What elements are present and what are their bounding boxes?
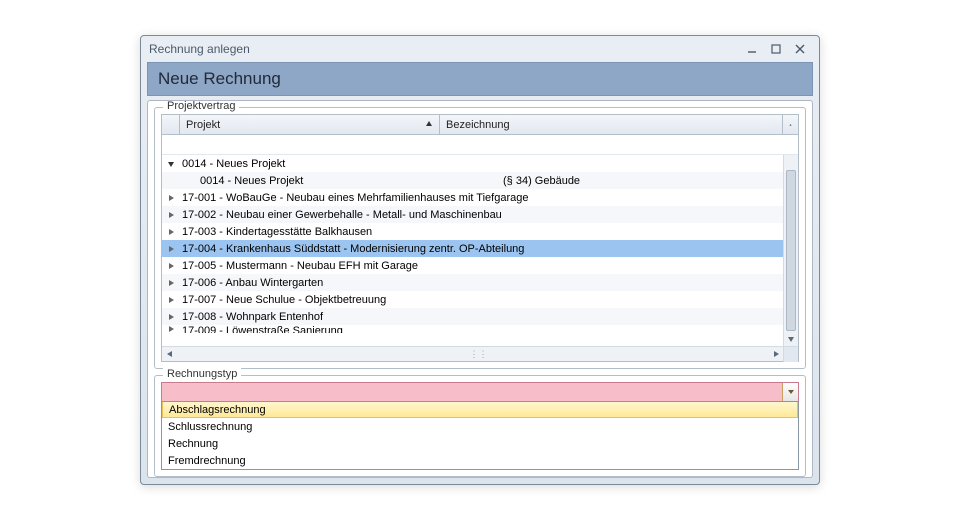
- column-projekt-label: Projekt: [186, 119, 220, 131]
- expander-icon[interactable]: [162, 295, 180, 305]
- expander-icon[interactable]: [162, 261, 180, 271]
- expander-icon[interactable]: [162, 227, 180, 237]
- group-rechnungstyp-legend: Rechnungstyp: [163, 368, 241, 380]
- table-row[interactable]: 17-004 - Krankenhaus Süddstatt - Moderni…: [162, 240, 783, 257]
- horizontal-scrollbar[interactable]: ⋮⋮: [162, 346, 798, 361]
- table-row[interactable]: 17-005 - Mustermann - Neubau EFH mit Gar…: [162, 257, 783, 274]
- chevron-down-icon: [787, 388, 795, 396]
- table-row[interactable]: 17-001 - WoBauGe - Neubau eines Mehrfami…: [162, 189, 783, 206]
- column-projekt[interactable]: Projekt: [180, 115, 440, 134]
- row-projekt-text: 17-004 - Krankenhaus Süddstatt - Moderni…: [180, 243, 524, 255]
- grid-body: 0014 - Neues Projekt0014 - Neues Projekt…: [162, 155, 783, 346]
- titlebar: Rechnung anlegen: [141, 36, 819, 62]
- group-projektvertrag: Projektvertrag Projekt Bezeichnung: [154, 107, 806, 369]
- row-projekt-text: 17-002 - Neubau einer Gewerbehalle - Met…: [180, 209, 502, 221]
- grid-header: Projekt Bezeichnung: [162, 115, 798, 135]
- scrollbar-corner: [783, 347, 798, 362]
- horizontal-scroll-grip-icon: ⋮⋮: [470, 350, 476, 358]
- grid-filter-row[interactable]: [162, 135, 798, 155]
- scroll-left-button[interactable]: [162, 347, 177, 362]
- dialog-window: Rechnung anlegen Neue Rechnung Projektve…: [140, 35, 820, 485]
- combobox-toggle-button[interactable]: [782, 383, 798, 401]
- rechnungstyp-dropdown: AbschlagsrechnungSchlussrechnungRechnung…: [161, 401, 799, 470]
- expander-icon[interactable]: [162, 244, 180, 254]
- row-projekt-text: 17-001 - WoBauGe - Neubau eines Mehrfami…: [180, 192, 528, 204]
- table-row[interactable]: 17-003 - Kindertagesstätte Balkhausen: [162, 223, 783, 240]
- sort-asc-icon: [425, 119, 433, 131]
- column-bezeichnung-label: Bezeichnung: [446, 119, 510, 131]
- row-projekt-text: 17-005 - Mustermann - Neubau EFH mit Gar…: [180, 260, 418, 272]
- row-projekt-text: 17-006 - Anbau Wintergarten: [180, 277, 323, 289]
- project-grid: Projekt Bezeichnung 0014 - Neues Projekt…: [161, 114, 799, 362]
- scroll-down-button[interactable]: [784, 331, 798, 346]
- expander-icon[interactable]: [162, 193, 180, 203]
- table-row[interactable]: 0014 - Neues Projekt (§ 34) Gebäude: [162, 172, 783, 189]
- group-rechnungstyp: Rechnungstyp AbschlagsrechnungSchlussrec…: [154, 375, 806, 477]
- grid-header-gutter: [162, 115, 180, 134]
- row-projekt-text: 0014 - Neues Projekt: [180, 175, 303, 187]
- expander-icon[interactable]: [162, 210, 180, 220]
- row-projekt-text: 0014 - Neues Projekt: [180, 158, 285, 170]
- scroll-up-button[interactable]: [783, 115, 798, 134]
- horizontal-scroll-track[interactable]: ⋮⋮: [177, 347, 768, 361]
- dropdown-option[interactable]: Fremdrechnung: [162, 452, 798, 469]
- dropdown-option[interactable]: Rechnung: [162, 435, 798, 452]
- vertical-scroll-thumb[interactable]: [786, 170, 796, 331]
- dropdown-option[interactable]: Abschlagsrechnung: [162, 401, 798, 418]
- scroll-right-button[interactable]: [768, 347, 783, 362]
- expander-icon[interactable]: [162, 159, 180, 169]
- rechnungstyp-combobox[interactable]: [161, 382, 799, 402]
- minimize-button[interactable]: [741, 41, 763, 57]
- maximize-button[interactable]: [765, 41, 787, 57]
- expander-icon[interactable]: [162, 278, 180, 288]
- row-projekt-text: 17-007 - Neue Schulue - Objektbetreuung: [180, 294, 386, 306]
- table-row[interactable]: 17-008 - Wohnpark Entenhof: [162, 308, 783, 325]
- vertical-scrollbar[interactable]: [783, 155, 798, 346]
- window-title: Rechnung anlegen: [149, 42, 250, 56]
- group-projektvertrag-legend: Projektvertrag: [163, 100, 239, 112]
- table-row[interactable]: 0014 - Neues Projekt: [162, 155, 783, 172]
- dropdown-option[interactable]: Schlussrechnung: [162, 418, 798, 435]
- column-bezeichnung[interactable]: Bezeichnung: [440, 115, 783, 134]
- table-row[interactable]: 17-006 - Anbau Wintergarten: [162, 274, 783, 291]
- page-title: Neue Rechnung: [147, 62, 813, 96]
- close-button[interactable]: [789, 41, 811, 57]
- row-bezeichnung-text: (§ 34) Gebäude: [503, 175, 783, 187]
- row-projekt-text: 17-008 - Wohnpark Entenhof: [180, 311, 323, 323]
- table-row[interactable]: 17-009 - Löwenstraße Sanierung: [162, 325, 783, 333]
- table-row[interactable]: 17-002 - Neubau einer Gewerbehalle - Met…: [162, 206, 783, 223]
- table-row[interactable]: 17-007 - Neue Schulue - Objektbetreuung: [162, 291, 783, 308]
- row-projekt-text: 17-003 - Kindertagesstätte Balkhausen: [180, 226, 372, 238]
- expander-icon[interactable]: [162, 312, 180, 322]
- client-area: Projektvertrag Projekt Bezeichnung: [147, 100, 813, 478]
